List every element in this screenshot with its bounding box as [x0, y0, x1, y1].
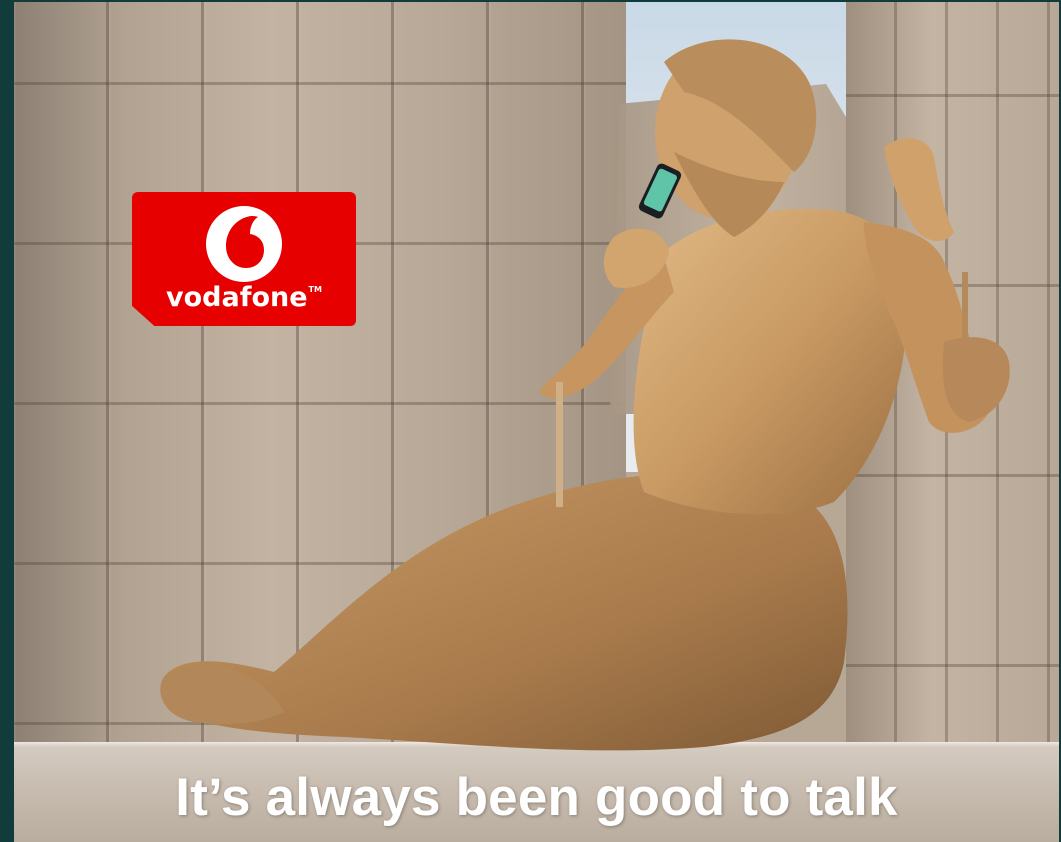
- statue-with-phone: [144, 22, 1024, 757]
- vodafone-logo: vodafoneTM: [132, 192, 356, 326]
- tagline: It’s always been good to talk: [175, 768, 898, 827]
- brand-wordmark: vodafoneTM: [132, 282, 356, 313]
- image-frame: vodafoneTM It’s always been good to talk: [0, 0, 1061, 842]
- vodafone-speechmark-icon: [206, 206, 282, 282]
- advert-poster: vodafoneTM It’s always been good to talk: [14, 2, 1059, 842]
- trademark-mark: TM: [308, 285, 322, 294]
- brand-name: vodafone: [166, 282, 308, 313]
